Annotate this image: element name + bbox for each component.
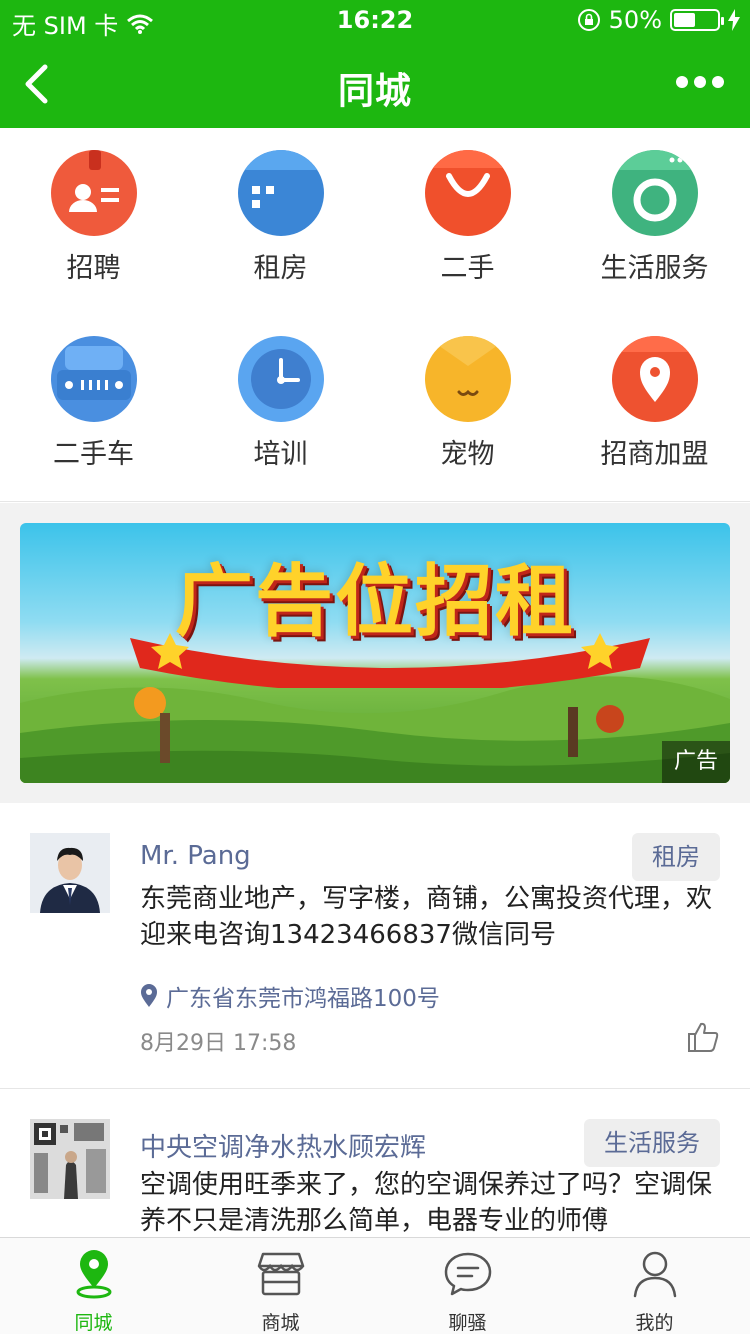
shopping-bag-icon xyxy=(424,150,511,236)
tab-bar: 同城 商城 聊骚 我的 xyxy=(0,1237,750,1334)
tab-label: 聊骚 xyxy=(448,1312,487,1334)
page-title: 同城 xyxy=(337,71,412,112)
category-grid: 招聘 租房 二手 生活服务 二手车 培训 宠物 招商加盟 xyxy=(0,128,750,502)
avatar[interactable] xyxy=(30,1119,110,1199)
category-label: 招商加盟 xyxy=(600,439,709,470)
location-pin-icon xyxy=(141,984,157,1007)
battery-info: 50% xyxy=(577,6,740,34)
charging-icon xyxy=(728,9,740,31)
location-pin-icon xyxy=(76,1250,111,1299)
clock-icon xyxy=(237,336,324,422)
author-name[interactable]: 中央空调净水热水顾宏辉 xyxy=(140,1127,426,1164)
category-jobs[interactable]: 招聘 xyxy=(0,128,187,288)
category-label: 培训 xyxy=(253,439,308,470)
tab-label: 我的 xyxy=(635,1312,674,1334)
category-badge[interactable]: 生活服务 xyxy=(584,1119,720,1167)
more-dot-icon xyxy=(694,76,706,88)
feed-post[interactable]: Mr. Pang 租房 东莞商业地产，写字楼，商铺，公寓投资代理，欢迎来电咨询1… xyxy=(0,803,750,1088)
category-rental[interactable]: 租房 xyxy=(187,128,374,288)
car-icon xyxy=(50,336,137,422)
category-badge[interactable]: 租房 xyxy=(632,833,720,881)
more-dot-icon xyxy=(676,76,688,88)
more-dot-icon xyxy=(712,76,724,88)
category-life-services[interactable]: 生活服务 xyxy=(561,128,748,288)
washing-machine-icon xyxy=(611,150,698,236)
tab-label: 同城 xyxy=(74,1312,113,1334)
category-pets[interactable]: 宠物 xyxy=(374,314,561,474)
cat-icon xyxy=(424,336,511,422)
building-icon xyxy=(237,150,324,236)
id-card-icon xyxy=(50,150,137,236)
category-label: 租房 xyxy=(253,253,308,284)
post-content: 东莞商业地产，写字楼，商铺，公寓投资代理，欢迎来电咨询13423466837微信… xyxy=(140,884,713,950)
location-text: 广东省东莞市鸿福路100号 xyxy=(166,986,440,1012)
ad-banner[interactable]: 广告位招租 广告 xyxy=(20,523,730,783)
tab-chat[interactable]: 聊骚 xyxy=(374,1238,561,1334)
battery-percent: 50% xyxy=(608,6,662,34)
location-pin-icon xyxy=(611,336,698,422)
battery-icon xyxy=(670,9,724,31)
category-secondhand[interactable]: 二手 xyxy=(374,128,561,288)
ad-tag: 广告 xyxy=(662,741,730,783)
tab-label: 商城 xyxy=(261,1312,300,1334)
chat-bubble-icon xyxy=(444,1252,491,1296)
category-used-cars[interactable]: 二手车 xyxy=(0,314,187,474)
post-location[interactable]: 广东省东莞市鸿福路100号 xyxy=(140,979,440,1013)
category-label: 生活服务 xyxy=(600,253,709,284)
category-label: 宠物 xyxy=(440,439,495,470)
thumbs-up-icon[interactable] xyxy=(686,1020,720,1054)
more-button[interactable] xyxy=(676,76,724,88)
user-icon xyxy=(633,1251,676,1298)
category-franchise[interactable]: 招商加盟 xyxy=(561,314,748,474)
ad-section: 广告位招租 广告 xyxy=(0,503,750,803)
top-bar: 无 SIM 卡 16:22 50% 同城 xyxy=(0,0,750,128)
tab-local[interactable]: 同城 xyxy=(0,1238,187,1334)
avatar[interactable] xyxy=(30,833,110,913)
category-label: 二手 xyxy=(440,253,495,284)
post-time: 8月29日 17:58 xyxy=(140,1031,297,1056)
store-icon xyxy=(257,1252,304,1296)
post-content: 空调使用旺季来了，您的空调保养过了吗？空调保养不只是清洗那么简单，电器专业的师傅 xyxy=(140,1170,713,1236)
rotation-lock-icon xyxy=(577,9,600,31)
tab-me[interactable]: 我的 xyxy=(561,1238,748,1334)
category-training[interactable]: 培训 xyxy=(187,314,374,474)
status-bar: 无 SIM 卡 16:22 50% xyxy=(0,0,750,40)
feed-post[interactable]: 中央空调净水热水顾宏辉 生活服务 空调使用旺季来了，您的空调保养过了吗？空调保养… xyxy=(0,1089,750,1237)
ad-headline: 广告位招租 xyxy=(174,557,575,647)
navigation-bar: 同城 xyxy=(0,40,750,128)
category-label: 招聘 xyxy=(66,253,121,284)
tab-mall[interactable]: 商城 xyxy=(187,1238,374,1334)
author-name[interactable]: Mr. Pang xyxy=(140,841,251,871)
category-label: 二手车 xyxy=(53,439,134,470)
